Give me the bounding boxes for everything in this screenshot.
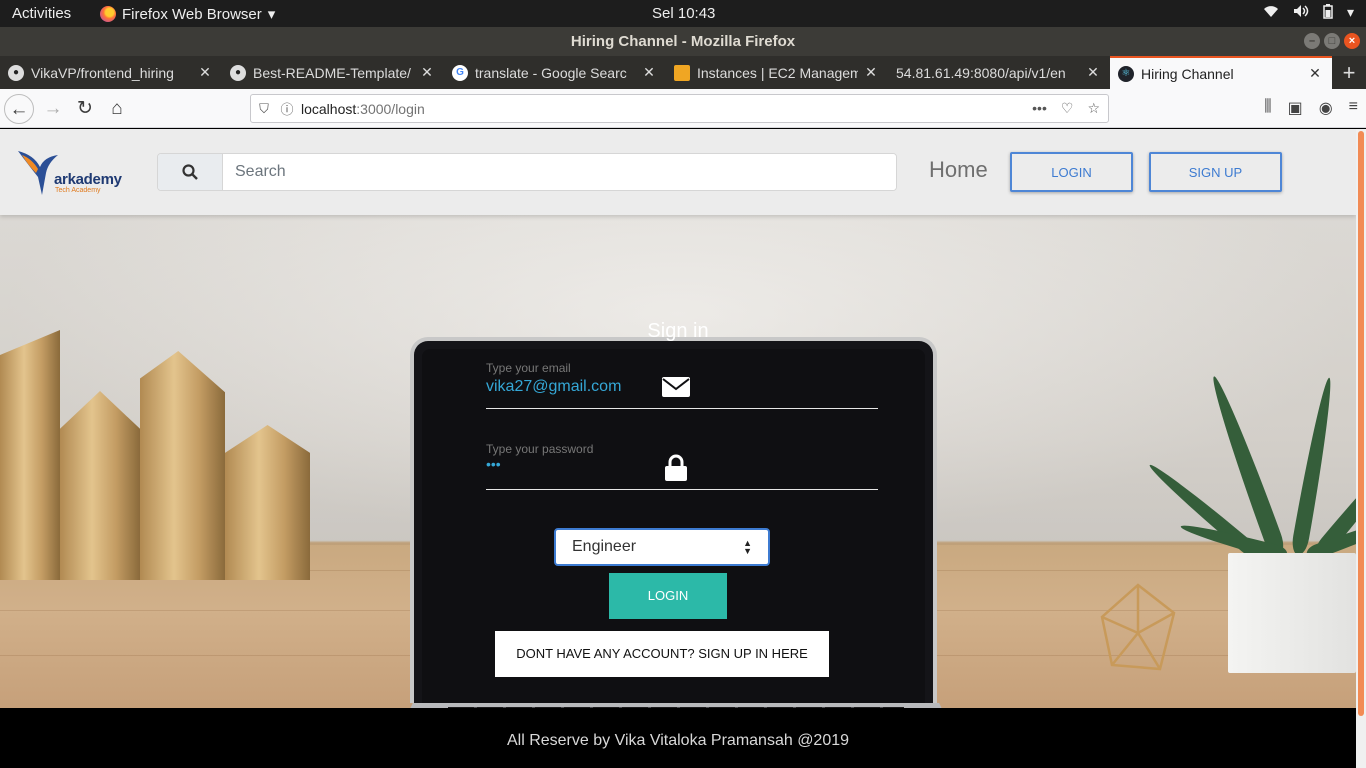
minimize-icon[interactable]: – xyxy=(1304,33,1320,49)
site-footer: All Reserve by Vika Vitaloka Pramansah @… xyxy=(0,708,1356,768)
url-host: localhost xyxy=(301,100,357,117)
bookmark-star-icon[interactable]: ☆ xyxy=(1087,100,1100,117)
login-submit-button[interactable]: LOGIN xyxy=(609,573,727,619)
page-scrollbar[interactable] xyxy=(1356,129,1366,768)
info-icon[interactable]: ⓘ xyxy=(277,99,297,118)
brass-vase xyxy=(140,351,225,580)
tab-label: Best-README-Template/ xyxy=(253,64,411,81)
logo-text: arkademy xyxy=(54,171,122,188)
password-label: Type your password xyxy=(486,442,594,456)
tab-ec2[interactable]: Instances | EC2 Managem ✕ xyxy=(666,56,888,89)
email-value[interactable]: vika27@gmail.com xyxy=(486,378,621,396)
role-select[interactable]: Engineer ▲ ▼ xyxy=(554,528,770,566)
tab-strip: ● VikaVP/frontend_hiring ✕ ● Best-README… xyxy=(0,56,1366,89)
tab-hiring-channel[interactable]: ⚛ Hiring Channel ✕ xyxy=(1110,56,1332,89)
close-tab-icon[interactable]: ✕ xyxy=(642,64,656,81)
role-select-value: Engineer xyxy=(572,538,637,555)
plant-pot xyxy=(1228,553,1356,673)
nav-home-link[interactable]: Home xyxy=(929,157,988,183)
chevron-down-icon: ▾ xyxy=(267,6,276,23)
wifi-icon xyxy=(1263,4,1279,22)
react-icon: ⚛ xyxy=(1118,65,1134,82)
aws-icon xyxy=(674,64,690,81)
email-field[interactable]: Type your email vika27@gmail.com xyxy=(486,361,878,409)
tab-label: 54.81.61.49:8080/api/v1/en xyxy=(896,64,1066,81)
tab-label: VikaVP/frontend_hiring xyxy=(31,64,174,81)
maximize-icon[interactable]: □ xyxy=(1324,33,1340,49)
header-login-button[interactable]: LOGIN xyxy=(1010,152,1133,192)
close-tab-icon[interactable]: ✕ xyxy=(864,64,878,81)
close-tab-icon[interactable]: ✕ xyxy=(198,64,212,81)
account-icon[interactable]: ◉ xyxy=(1319,98,1333,118)
reload-button[interactable]: ↻ xyxy=(70,94,100,124)
header-signup-button[interactable]: SIGN UP xyxy=(1149,152,1282,192)
logo-subtext: Tech Academy xyxy=(55,187,101,194)
window-controls: – □ × xyxy=(1304,33,1360,49)
site-header: arkademy Tech Academy Home LOGIN SIGN UP xyxy=(0,129,1356,215)
gold-geometric-ornament xyxy=(1100,583,1176,671)
scrollbar-thumb[interactable] xyxy=(1358,131,1364,716)
footer-text: All Reserve by Vika Vitaloka Pramansah @… xyxy=(506,732,850,749)
app-menu-label: Firefox Web Browser xyxy=(122,5,262,23)
github-icon: ● xyxy=(230,64,246,81)
navigation-toolbar: ← → ↻ ⌂ ⛉ ⓘ localhost:3000/login ••• ♡ ☆… xyxy=(0,89,1366,128)
tab-label: Hiring Channel xyxy=(1141,65,1234,82)
lock-icon xyxy=(665,454,687,481)
url-path: :3000/login xyxy=(356,100,425,117)
battery-icon xyxy=(1323,4,1333,22)
tab-github-readme[interactable]: ● Best-README-Template/ ✕ xyxy=(222,56,444,89)
back-button[interactable]: ← xyxy=(4,94,34,124)
search-input[interactable] xyxy=(223,154,896,190)
close-tab-icon[interactable]: ✕ xyxy=(1086,64,1100,81)
page-actions-icon[interactable]: ••• xyxy=(1032,100,1047,117)
password-field[interactable]: Type your password ••• xyxy=(486,442,878,490)
window-title: Hiring Channel - Mozilla Firefox xyxy=(570,33,796,50)
tab-api[interactable]: 54.81.61.49:8080/api/v1/en ✕ xyxy=(888,56,1110,89)
firefox-icon xyxy=(100,6,116,22)
select-arrows-icon: ▲ ▼ xyxy=(743,538,752,556)
forward-button[interactable]: → xyxy=(38,94,68,124)
app-menu[interactable]: Firefox Web Browser ▾ xyxy=(100,5,275,23)
tab-github-frontend[interactable]: ● VikaVP/frontend_hiring ✕ xyxy=(0,56,222,89)
web-page: arkademy Tech Academy Home LOGIN SIGN UP xyxy=(0,129,1356,768)
tab-google-translate[interactable]: G translate - Google Searc ✕ xyxy=(444,56,666,89)
new-tab-button[interactable]: + xyxy=(1332,56,1366,89)
url-bar[interactable]: ⛉ ⓘ localhost:3000/login ••• ♡ ☆ xyxy=(250,94,1109,123)
close-tab-icon[interactable]: ✕ xyxy=(1308,65,1322,82)
close-tab-icon[interactable]: ✕ xyxy=(420,64,434,81)
library-icon[interactable]: ⫼ xyxy=(1264,98,1271,118)
clock[interactable]: Sel 10:43 xyxy=(652,5,715,22)
signin-title: Sign in xyxy=(647,320,709,342)
arkademy-logo[interactable]: arkademy Tech Academy xyxy=(16,147,128,197)
system-top-bar: Activities Firefox Web Browser ▾ Sel 10:… xyxy=(0,0,1366,27)
search-icon[interactable] xyxy=(158,154,223,190)
chevron-down-icon: ▾ xyxy=(1346,4,1354,20)
close-window-icon[interactable]: × xyxy=(1344,33,1360,49)
search-box xyxy=(157,153,897,191)
shield-icon[interactable]: ⛉ xyxy=(251,101,277,117)
menu-icon[interactable]: ≡ xyxy=(1349,98,1358,118)
tab-label: translate - Google Searc xyxy=(475,64,627,81)
github-icon: ● xyxy=(8,64,24,81)
brass-vase xyxy=(0,330,60,580)
window-titlebar: Hiring Channel - Mozilla Firefox – □ × xyxy=(0,27,1366,56)
toolbar-right: ⫼ ▣ ◉ ≡ xyxy=(1264,98,1358,118)
brass-vase xyxy=(225,425,310,580)
sidebar-icon[interactable]: ▣ xyxy=(1288,98,1303,118)
activities-button[interactable]: Activities xyxy=(12,5,71,22)
system-tray[interactable]: ▾ xyxy=(1263,4,1354,22)
envelope-icon xyxy=(662,377,690,397)
volume-icon xyxy=(1293,4,1309,22)
email-label: Type your email xyxy=(486,361,571,375)
brass-vase xyxy=(60,391,140,580)
tab-label: Instances | EC2 Managem xyxy=(697,64,858,81)
pocket-icon[interactable]: ♡ xyxy=(1061,100,1074,117)
google-icon: G xyxy=(452,64,468,81)
password-value[interactable]: ••• xyxy=(486,456,501,472)
signup-link-button[interactable]: DONT HAVE ANY ACCOUNT? SIGN UP IN HERE xyxy=(495,631,829,677)
home-icon[interactable]: ⌂ xyxy=(102,94,132,124)
